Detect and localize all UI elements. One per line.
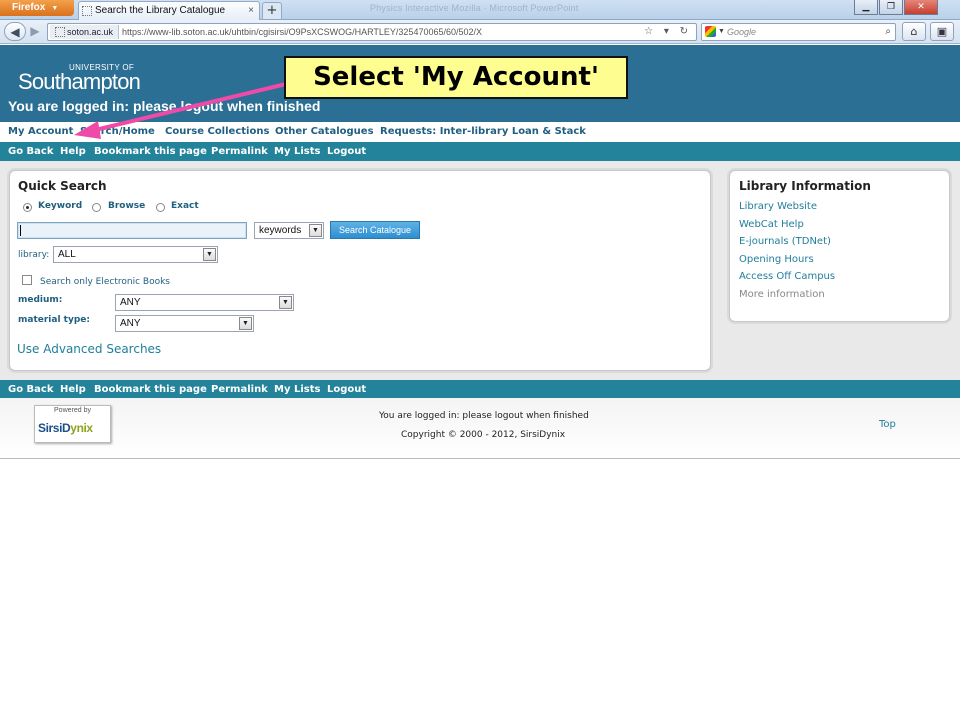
medium-select[interactable]: ANY ▼ xyxy=(115,294,294,311)
menu-search-home[interactable]: Search/Home xyxy=(80,126,155,137)
menu-my-lists[interactable]: My Lists xyxy=(274,146,320,157)
material-type-select[interactable]: ANY ▼ xyxy=(115,315,254,332)
url-text: https://www-lib.soton.ac.uk/uhtbin/cgisi… xyxy=(122,27,483,37)
search-engine-dropdown-icon[interactable]: ▼ xyxy=(718,24,725,40)
search-query-input[interactable] xyxy=(17,222,247,239)
menu-bookmark[interactable]: Bookmark this page xyxy=(94,384,207,395)
menu-requests[interactable]: Requests: Inter-library Loan & Stack xyxy=(380,126,586,137)
tab-close-icon[interactable]: × xyxy=(248,2,254,20)
ebooks-label[interactable]: Search only Electronic Books xyxy=(40,277,170,287)
primary-menu: My Account Search/Home Course Collection… xyxy=(0,122,960,142)
footer-logged-in-message: You are logged in: please logout when fi… xyxy=(379,411,589,421)
browser-navigation-bar: ◀ ▶ soton.ac.uk https://www-lib.soton.ac… xyxy=(0,20,960,44)
menu-go-back[interactable]: Go Back xyxy=(8,384,54,395)
footer-copyright: Copyright © 2000 - 2012, SirsiDynix xyxy=(401,430,566,440)
forward-arrow-icon[interactable]: ▶ xyxy=(27,22,43,41)
radio-browse[interactable] xyxy=(92,203,101,212)
search-placeholder: Google xyxy=(727,27,757,37)
secondary-menu-bottom: Go Back Help Bookmark this page Permalin… xyxy=(0,380,960,399)
content-area: Quick Search Keyword Browse Exact keywor… xyxy=(0,161,960,380)
library-information-title: Library Information xyxy=(739,179,871,193)
home-icon[interactable]: ⌂ xyxy=(902,22,926,41)
quick-search-panel: Quick Search Keyword Browse Exact keywor… xyxy=(9,170,711,371)
firefox-menu-label: Firefox xyxy=(12,2,46,13)
back-to-top-link[interactable]: Top xyxy=(879,419,896,430)
back-arrow-icon[interactable]: ◀ xyxy=(4,22,26,41)
menu-other-catalogues[interactable]: Other Catalogues xyxy=(275,126,374,137)
menu-logout[interactable]: Logout xyxy=(327,384,366,395)
medium-value: ANY xyxy=(120,297,141,308)
menu-permalink[interactable]: Permalink xyxy=(211,146,268,157)
radio-browse-label[interactable]: Browse xyxy=(108,201,145,211)
instruction-callout: Select 'My Account' xyxy=(284,56,628,99)
search-type-select[interactable]: keywords ▼ xyxy=(254,222,324,239)
window-close-button[interactable]: ✕ xyxy=(904,0,938,15)
menu-bookmark[interactable]: Bookmark this page xyxy=(94,146,207,157)
page-favicon-icon xyxy=(82,6,92,16)
chevron-down-icon[interactable]: ▼ xyxy=(239,317,252,330)
ebooks-checkbox[interactable] xyxy=(22,275,32,285)
logo-southampton: Southampton xyxy=(18,69,141,94)
menu-help[interactable]: Help xyxy=(60,384,86,395)
chevron-down-icon: ▼ xyxy=(51,5,59,12)
library-information-panel: Library Information Library Website WebC… xyxy=(729,170,950,322)
link-access-off-campus[interactable]: Access Off Campus xyxy=(739,271,835,282)
link-e-journals[interactable]: E-journals (TDNet) xyxy=(739,236,831,247)
logged-in-message: You are logged in: please logout when fi… xyxy=(8,98,321,114)
library-select[interactable]: ALL ▼ xyxy=(53,246,218,263)
quick-search-title: Quick Search xyxy=(18,179,107,193)
chevron-down-icon[interactable]: ▼ xyxy=(203,248,216,261)
material-type-value: ANY xyxy=(120,318,141,329)
radio-exact[interactable] xyxy=(156,203,165,212)
menu-my-lists[interactable]: My Lists xyxy=(274,384,320,395)
restore-button[interactable]: ❐ xyxy=(879,0,903,15)
powered-by-text: Powered by xyxy=(54,407,91,414)
sirsidynix-wordmark: SirsiDynix xyxy=(38,421,93,435)
advanced-search-link[interactable]: Use Advanced Searches xyxy=(17,342,161,356)
radio-keyword-label[interactable]: Keyword xyxy=(38,201,82,211)
window-title-text: Physics Interactive Mozilla · Microsoft … xyxy=(370,3,579,13)
address-bar[interactable]: soton.ac.uk https://www-lib.soton.ac.uk/… xyxy=(47,23,697,41)
menu-my-account[interactable]: My Account xyxy=(8,126,73,137)
search-catalogue-button[interactable]: Search Catalogue xyxy=(330,221,420,239)
tab-title: Search the Library Catalogue xyxy=(95,5,226,16)
link-webcat-help[interactable]: WebCat Help xyxy=(739,219,804,230)
chevron-down-icon[interactable]: ▼ xyxy=(279,296,292,309)
firefox-menu-button[interactable]: Firefox ▼ xyxy=(0,0,74,16)
chevron-down-icon[interactable]: ▼ xyxy=(309,224,322,237)
browser-search-box[interactable]: ▼ Google ⌕ xyxy=(701,23,896,41)
search-type-value: keywords xyxy=(259,225,302,236)
secondary-menu-top: Go Back Help Bookmark this page Permalin… xyxy=(0,142,960,161)
link-library-website[interactable]: Library Website xyxy=(739,201,817,212)
google-icon xyxy=(705,26,716,37)
tools-menu-icon[interactable]: ▣ xyxy=(930,22,954,41)
page-footer: Powered by SirsiDynix You are logged in:… xyxy=(0,398,960,459)
medium-label: medium: xyxy=(18,295,63,305)
new-tab-button[interactable]: + xyxy=(262,2,282,19)
menu-help[interactable]: Help xyxy=(60,146,86,157)
minimize-button[interactable]: ▁ xyxy=(854,0,878,15)
radio-exact-label[interactable]: Exact xyxy=(171,201,199,211)
library-label: library: xyxy=(18,250,50,260)
link-opening-hours[interactable]: Opening Hours xyxy=(739,254,814,265)
library-value: ALL xyxy=(58,249,76,260)
menu-course-collections[interactable]: Course Collections xyxy=(165,126,269,137)
menu-permalink[interactable]: Permalink xyxy=(211,384,268,395)
link-more-information[interactable]: More information xyxy=(739,289,825,300)
material-type-label: material type: xyxy=(18,315,90,325)
bookmark-star-icon[interactable]: ☆ ▾ ↻ xyxy=(644,24,692,40)
browser-tab-active[interactable]: Search the Library Catalogue × xyxy=(78,1,260,20)
browser-title-bar: Firefox ▼ Search the Library Catalogue × … xyxy=(0,0,960,20)
site-identity-badge[interactable]: soton.ac.uk xyxy=(50,25,120,39)
sirsidynix-logo[interactable]: Powered by SirsiDynix xyxy=(34,405,111,443)
radio-keyword[interactable] xyxy=(23,203,32,212)
menu-go-back[interactable]: Go Back xyxy=(8,146,54,157)
menu-logout[interactable]: Logout xyxy=(327,146,366,157)
search-icon[interactable]: ⌕ xyxy=(885,24,891,40)
